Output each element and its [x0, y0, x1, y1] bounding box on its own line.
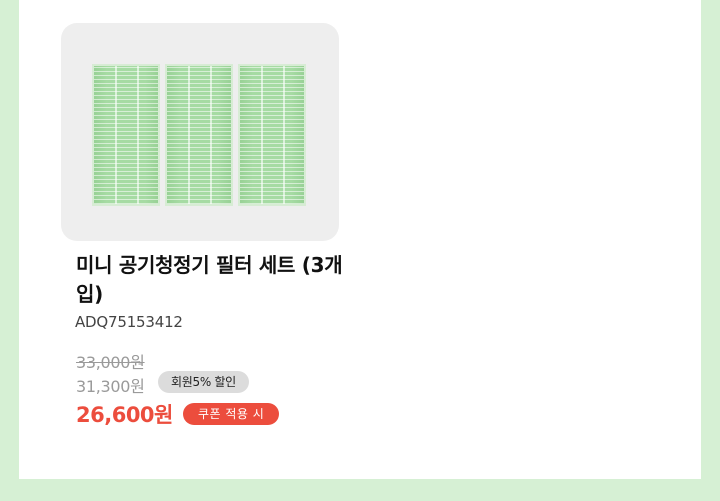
product-image[interactable] [61, 23, 339, 241]
product-list-panel: 미니 공기청정기 필터 세트 (3개입) ADQ75153412 33,000원… [19, 0, 701, 479]
filter-panel-image [238, 64, 306, 206]
filter-panel-image [92, 64, 160, 206]
product-name[interactable]: 미니 공기청정기 필터 세트 (3개입) [76, 251, 346, 309]
coupon-badge: 쿠폰 적용 시 [183, 403, 280, 425]
original-price: 33,000원 [76, 353, 145, 372]
member-discount-badge: 회원5% 할인 [158, 371, 249, 393]
product-model-number: ADQ75153412 [75, 313, 183, 331]
filter-panel-image [165, 64, 233, 206]
coupon-price: 26,600원 [76, 403, 173, 427]
member-price: 31,300원 [76, 377, 145, 396]
